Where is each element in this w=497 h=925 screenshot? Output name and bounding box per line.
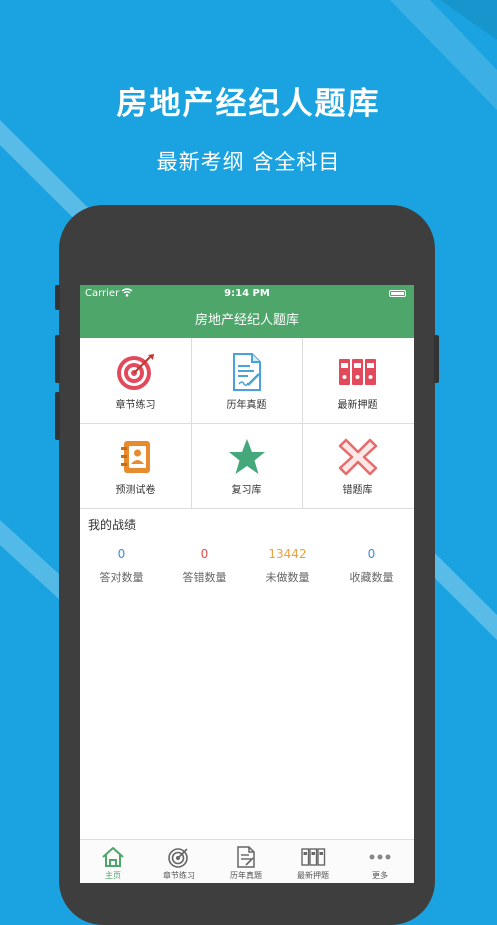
contact-book-icon [121,441,150,473]
tab-latest-predictions[interactable]: 最新押题 [280,840,346,883]
menu-item-label: 历年真题 [226,400,267,411]
tab-bar: 主页 章节练习 历年真题 最新押题 更多 [80,839,414,883]
menu-item-mock-exams[interactable]: 预测试卷 [80,423,191,508]
stat-value: 0 [200,547,209,561]
tab-label: 历年真题 [230,871,262,880]
menu-item-review-bank[interactable]: 复习库 [191,423,302,508]
tab-label: 最新押题 [297,871,329,880]
menu-grid: 章节练习 历年真题 最新押题 预测试卷 复习库 错题库 [80,338,414,509]
stats-title: 我的战绩 [88,518,137,532]
document-edit-icon [233,353,261,391]
promo-subtitle: 最新考纲 含全科目 [156,150,341,174]
tab-label: 主页 [105,871,121,880]
menu-item-label: 最新押题 [337,400,378,411]
nav-title: 房地产经纪人题库 [80,303,414,338]
binders-icon [339,359,376,385]
cross-icon [338,438,378,476]
battery-icon [389,290,406,297]
status-bar: Carrier 9:14 PM [80,285,414,303]
phone-power-button [434,335,439,383]
tab-more[interactable]: 更多 [347,840,413,883]
phone-volume-up [55,335,60,383]
stat-value: 0 [117,547,126,561]
stat-label: 收藏数量 [349,571,394,584]
tab-chapter-practice[interactable]: 章节练习 [146,840,212,883]
stat-value: 0 [367,547,376,561]
menu-item-label: 复习库 [231,485,262,496]
stat-value: 13442 [268,547,307,561]
menu-item-wrong-answers[interactable]: 错题库 [302,423,413,508]
more-icon [369,854,391,860]
tab-home[interactable]: 主页 [80,840,146,883]
tab-past-exams[interactable]: 历年真题 [213,840,279,883]
menu-item-label: 错题库 [342,485,373,496]
stat-undone: 13442 未做数量 [246,547,329,585]
phone-silent-switch [55,285,60,310]
stat-label: 答错数量 [182,571,227,584]
menu-item-latest-predictions[interactable]: 最新押题 [302,338,413,423]
target-icon [117,354,154,390]
menu-item-label: 预测试卷 [115,485,156,496]
document-icon [237,846,255,868]
target-icon [168,848,188,868]
menu-item-chapter-practice[interactable]: 章节练习 [80,338,191,423]
status-time: 9:14 PM [224,288,270,299]
home-icon [102,847,124,867]
menu-item-past-exams[interactable]: 历年真题 [191,338,302,423]
app-screen: Carrier 9:14 PM 房地产经纪人题库 章节练习 历年真题 最新押题 … [80,285,414,883]
stat-label: 未做数量 [265,571,310,584]
phone-volume-down [55,392,60,440]
menu-item-label: 章节练习 [115,400,156,411]
binders-icon [301,848,326,866]
star-icon [229,439,265,474]
stat-favorites: 0 收藏数量 [330,547,413,585]
tab-label: 更多 [372,871,388,880]
promo-title: 房地产经纪人题库 [116,86,381,122]
stat-wrong: 0 答错数量 [163,547,246,585]
tab-label: 章节练习 [163,871,195,880]
stat-correct: 0 答对数量 [80,547,163,585]
stat-label: 答对数量 [99,571,144,584]
